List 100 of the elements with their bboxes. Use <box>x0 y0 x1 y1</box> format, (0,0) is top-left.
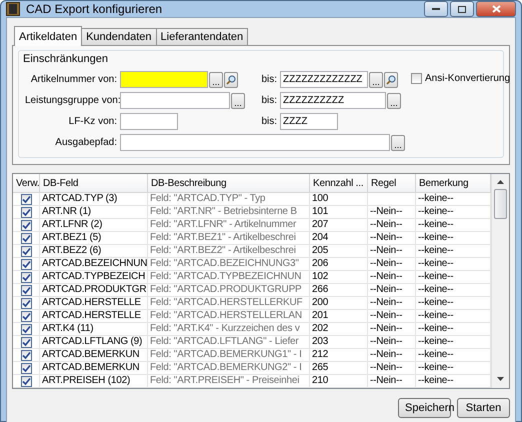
checkbox[interactable] <box>20 232 32 244</box>
table-cell: ARTCAD.HERSTELLE <box>40 297 148 310</box>
field-label: bis: <box>260 95 278 106</box>
table-cell: Feld: "ARTCAD.HERSTELLERKUF <box>148 297 310 310</box>
table-cell: ART.BEZ1 (5) <box>40 232 148 245</box>
table-cell: 212 <box>310 349 368 362</box>
checkbox[interactable] <box>20 284 32 296</box>
table-cell: --Nein-- <box>368 375 416 388</box>
checkbox[interactable] <box>20 298 32 308</box>
table-cell: 201 <box>310 310 368 323</box>
table-cell: ARTCAD.LFTLANG (9) <box>40 336 148 349</box>
tab[interactable]: Kundendaten <box>81 28 157 45</box>
table-cell: --Nein-- <box>368 297 416 310</box>
maximize-button[interactable] <box>450 1 474 17</box>
table-cell: --Nein-- <box>368 245 416 258</box>
table-cell: ART.BEZ2 (6) <box>40 245 148 258</box>
table-cell: 202 <box>310 323 368 336</box>
column-header[interactable]: Regel <box>368 174 416 193</box>
column-header[interactable]: DB-Feld <box>40 174 148 193</box>
table-cell: Feld: "ARTCAD.TYP" - Typ <box>148 193 310 206</box>
checkbox[interactable] <box>20 246 32 256</box>
table-cell: 200 <box>310 297 368 310</box>
checkbox[interactable] <box>20 206 32 218</box>
checkbox[interactable] <box>20 310 32 322</box>
table-cell: 265 <box>310 362 368 375</box>
checkbox[interactable] <box>411 73 422 84</box>
checkbox[interactable] <box>20 350 32 360</box>
input-field[interactable] <box>120 92 230 109</box>
column-header[interactable]: DB-Beschreibung <box>148 174 310 193</box>
table-cell: Feld: "ARTCAD.PRODUKTGRUPP <box>148 284 310 297</box>
table-cell: 207 <box>310 219 368 232</box>
checkbox[interactable] <box>20 194 32 204</box>
table-cell: 210 <box>310 375 368 388</box>
window-title: CAD Export konfigurieren <box>26 2 164 16</box>
input-field[interactable] <box>120 134 390 151</box>
browse-button[interactable]: ... <box>231 92 245 108</box>
field-label: Leistungsgruppe von: <box>25 95 120 106</box>
table-cell: --Nein-- <box>368 349 416 362</box>
table-cell: Feld: "ART.LFNR" - Artikelnummer <box>148 219 310 232</box>
input-field[interactable]: ZZZZZZZZZZ <box>280 92 386 109</box>
tab[interactable]: Lieferantendaten <box>156 28 248 45</box>
checkbox[interactable] <box>20 362 32 374</box>
column-header[interactable]: Verw. <box>13 174 40 193</box>
close-button[interactable] <box>476 1 516 17</box>
tab[interactable]: Artikeldaten <box>14 26 82 46</box>
input-field[interactable]: ZZZZ <box>280 113 338 130</box>
table-cell: ARTCAD.PRODUKTGR <box>40 284 148 297</box>
scrollbar[interactable] <box>491 174 509 388</box>
scroll-up-icon[interactable] <box>497 180 504 185</box>
close-icon <box>492 5 500 13</box>
table-cell: Feld: "ARTCAD.LFTLANG" - Liefer <box>148 336 310 349</box>
checkbox[interactable] <box>20 220 32 230</box>
scroll-down-icon[interactable] <box>497 377 504 382</box>
scroll-thumb[interactable] <box>494 189 507 219</box>
table-cell: Feld: "ARTCAD.BEMERKUNG1" - I <box>148 349 310 362</box>
browse-button[interactable]: ... <box>387 92 401 108</box>
table-cell: --Nein-- <box>368 362 416 375</box>
minimize-button[interactable] <box>424 1 448 17</box>
table-cell: --Nein-- <box>368 206 416 219</box>
table-cell: 203 <box>310 336 368 349</box>
table-cell: --Nein-- <box>368 323 416 336</box>
table-cell: ARTCAD.BEZEICHNUN <box>40 258 148 271</box>
input-field[interactable] <box>120 71 208 88</box>
input-field[interactable]: ZZZZZZZZZZZZZ <box>280 71 368 88</box>
checkbox-label: Ansi-Konvertierung <box>425 73 510 84</box>
checkbox[interactable] <box>20 258 32 270</box>
input-field[interactable] <box>120 113 178 130</box>
column-header[interactable]: Bemerkung <box>416 174 491 193</box>
table-cell: --Nein-- <box>368 258 416 271</box>
table-cell: 206 <box>310 258 368 271</box>
checkbox[interactable] <box>20 272 32 282</box>
field-label: Ausgabepfad: <box>54 137 118 148</box>
search-button[interactable] <box>224 72 238 88</box>
checkbox[interactable] <box>20 376 32 386</box>
browse-button[interactable]: ... <box>391 134 405 150</box>
field-label: Artikelnummer von: <box>30 74 118 85</box>
table-cell: Feld: "ART.BEZ1" - Artikelbeschrei <box>148 232 310 245</box>
table-cell: Feld: "ARTCAD.TYPBEZEICHNUN <box>148 271 310 284</box>
app-icon <box>6 2 20 16</box>
table-cell: --Nein-- <box>368 271 416 284</box>
table-cell: ART.PREISEH (102) <box>40 375 148 388</box>
table-cell: ART.NR (1) <box>40 206 148 219</box>
browse-button[interactable]: ... <box>209 72 223 88</box>
column-header[interactable]: Kennzahl ... <box>310 174 368 193</box>
table-cell: --Nein-- <box>368 232 416 245</box>
browse-button[interactable]: ... <box>369 72 383 88</box>
table-cell: --Nein-- <box>368 310 416 323</box>
search-button[interactable] <box>384 72 398 88</box>
table-cell: --Nein-- <box>368 336 416 349</box>
table-cell: ARTCAD.BEMERKUN <box>40 362 148 375</box>
checkbox[interactable] <box>20 324 32 334</box>
table-cell: ARTCAD.HERSTELLE <box>40 310 148 323</box>
action-button[interactable]: Starten <box>457 398 510 418</box>
table-cell: --Nein-- <box>368 284 416 297</box>
minimize-icon <box>432 7 440 11</box>
group-title: Einschränkungen <box>23 53 108 65</box>
maximize-icon <box>458 6 466 12</box>
checkbox[interactable] <box>20 336 32 348</box>
table-cell: 266 <box>310 284 368 297</box>
table-cell: ART.LFNR (2) <box>40 219 148 232</box>
